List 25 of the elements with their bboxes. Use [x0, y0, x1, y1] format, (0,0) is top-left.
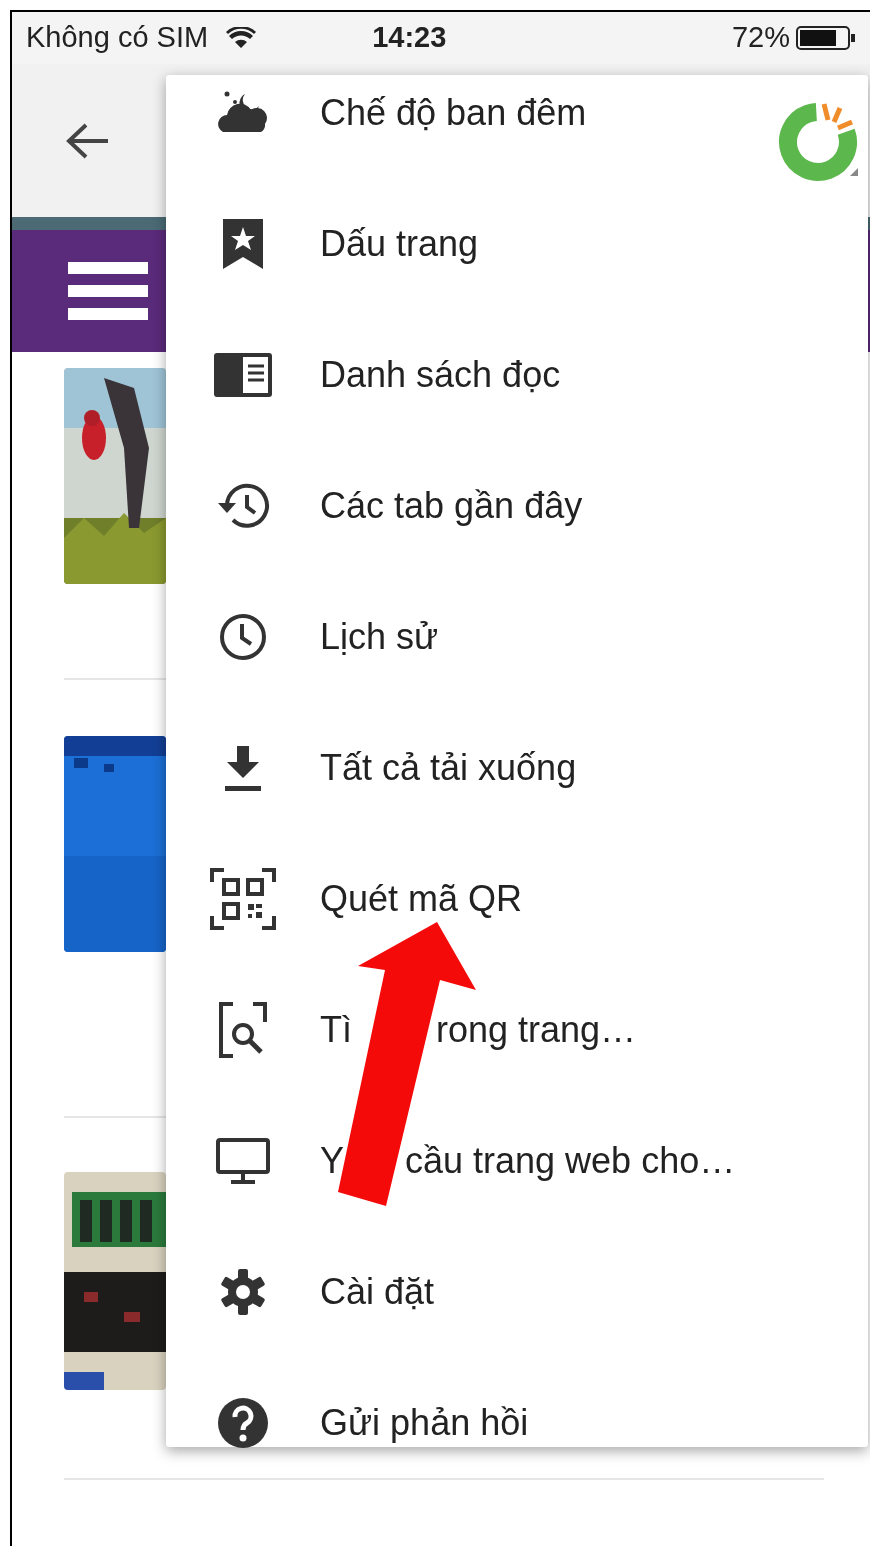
- menu-item[interactable]: Các tab gần đây: [166, 440, 868, 571]
- reading-list-icon: [213, 351, 273, 398]
- menu-row[interactable]: Y cầu trang web cho…: [166, 1095, 868, 1226]
- menu-row[interactable]: Tì rong trang…: [166, 964, 868, 1095]
- menu-item[interactable]: Danh sách đọc: [166, 309, 868, 440]
- menu-item-text: cầu trang web cho…: [405, 1138, 736, 1183]
- menu-item-text: Tì: [320, 1007, 353, 1052]
- menu-item[interactable]: Tất cả tải xuống: [166, 702, 868, 833]
- settings-icon: [218, 1266, 268, 1317]
- menu-item-text: Y: [320, 1138, 345, 1183]
- wifi-icon: [226, 27, 257, 49]
- bookmark-star-icon: [221, 216, 265, 271]
- menu-item[interactable]: Quét mã QR: [166, 833, 868, 964]
- clock-icon: [218, 611, 268, 662]
- menu-item[interactable]: Lịch sử: [166, 571, 868, 702]
- monitor-icon: [215, 1136, 271, 1185]
- menu-item[interactable]: Cài đặt: [166, 1226, 868, 1357]
- menu-item[interactable]: Dấu trang: [166, 178, 868, 309]
- menu-item[interactable]: Gửi phản hồi: [166, 1357, 868, 1488]
- menu-item-text: rong trang…: [436, 1007, 637, 1052]
- menu-icon[interactable]: [68, 262, 148, 320]
- battery-icon: [796, 26, 856, 50]
- download-icon: [223, 743, 263, 792]
- qr-scan-icon: [210, 867, 276, 930]
- find-in-page-icon: [219, 1001, 267, 1058]
